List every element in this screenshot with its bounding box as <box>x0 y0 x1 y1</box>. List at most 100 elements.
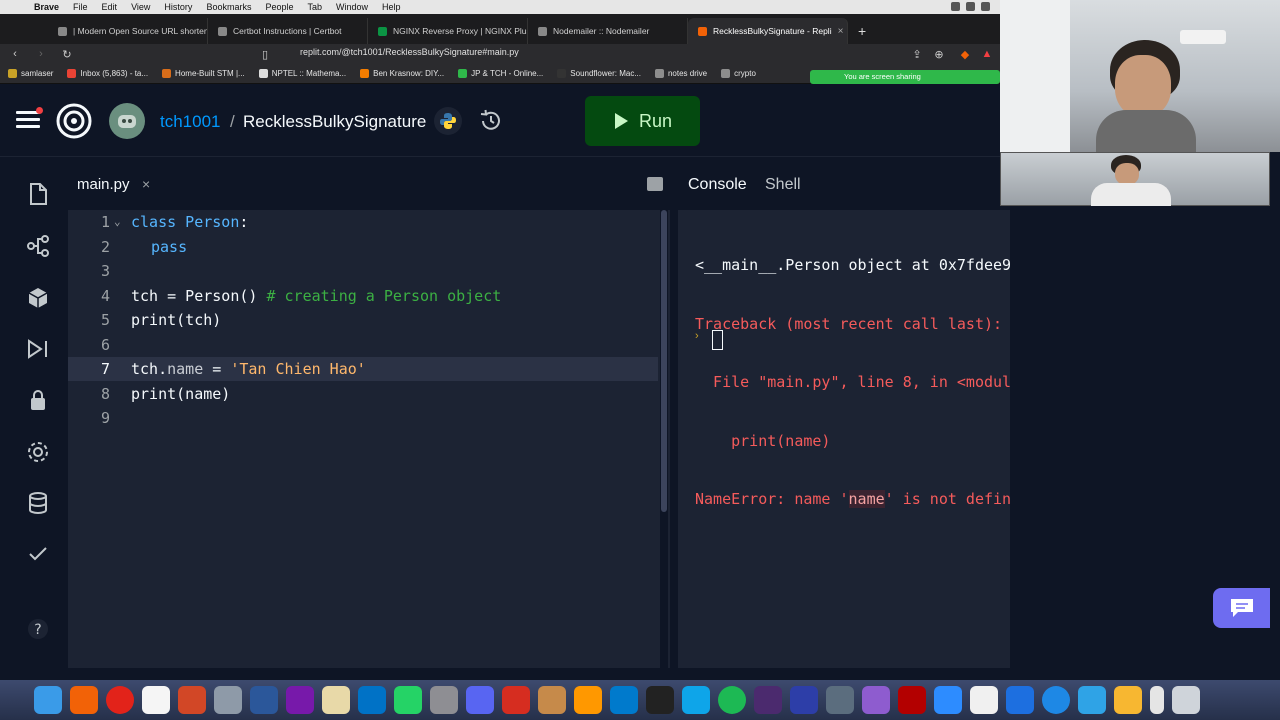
trash-icon[interactable] <box>1172 686 1200 714</box>
app-icon[interactable] <box>682 686 710 714</box>
bookmark-item[interactable]: Soundflower: Mac... <box>557 69 641 78</box>
database-icon[interactable] <box>24 489 52 517</box>
bookmark-icon[interactable]: ▯ <box>258 48 272 61</box>
tex-icon[interactable] <box>754 686 782 714</box>
bookmark-folder[interactable]: notes drive <box>654 69 707 78</box>
app-icon[interactable] <box>826 686 854 714</box>
console-cursor[interactable] <box>712 330 723 350</box>
new-tab-button[interactable]: + <box>858 18 866 44</box>
bluetooth-icon[interactable] <box>1006 686 1034 714</box>
packages-icon[interactable] <box>24 284 52 312</box>
browser-tab[interactable]: NGINX Reverse Proxy | NGINX Plus <box>368 18 528 44</box>
app-icon[interactable] <box>970 686 998 714</box>
onenote-icon[interactable] <box>286 686 314 714</box>
bookmark-item[interactable]: samlaser <box>8 69 53 78</box>
finder-icon[interactable] <box>34 686 62 714</box>
bookmark-item[interactable]: Inbox (5,863) - ta... <box>67 69 148 78</box>
help-icon[interactable]: ? <box>24 615 52 643</box>
forward-icon[interactable]: › <box>34 48 48 60</box>
python-icon[interactable] <box>434 107 462 135</box>
history-icon[interactable] <box>478 108 504 134</box>
menu-bookmarks[interactable]: Bookmarks <box>206 2 251 12</box>
menu-edit[interactable]: Edit <box>102 2 118 12</box>
browser-tab[interactable]: Certbot Instructions | Certbot <box>208 18 368 44</box>
browser-tab-active[interactable]: RecklessBulkySignature - Repli × <box>688 18 848 44</box>
code-area[interactable]: 1 ⌄ class Person: 2 pass 3 4 tch = Perso… <box>68 210 658 668</box>
launchpad-icon[interactable] <box>214 686 242 714</box>
editor-scrollbar[interactable] <box>660 210 668 668</box>
menu-help[interactable]: Help <box>382 2 401 12</box>
emacs-icon[interactable] <box>862 686 890 714</box>
discord-icon[interactable] <box>466 686 494 714</box>
youtube-icon[interactable] <box>106 686 134 714</box>
code-line[interactable]: 4 tch = Person() # creating a Person obj… <box>68 284 658 308</box>
back-icon[interactable]: ‹ <box>8 48 22 60</box>
code-line[interactable]: 1 ⌄ class Person: <box>68 210 658 234</box>
brave-shield-icon[interactable]: ◆ <box>958 48 972 61</box>
menu-app-name[interactable]: Brave <box>34 2 59 12</box>
code-line[interactable]: 9 <box>68 406 658 430</box>
checkmark-icon[interactable] <box>24 540 52 568</box>
editor-menu-icon[interactable] <box>647 177 663 191</box>
menu-tab[interactable]: Tab <box>307 2 322 12</box>
vscode-icon[interactable] <box>610 686 638 714</box>
bookmark-item[interactable]: Ben Krasnow: DIY... <box>360 69 444 78</box>
browser-tab[interactable]: | Modern Open Source URL shorten <box>48 18 208 44</box>
app-icon[interactable] <box>502 686 530 714</box>
filezilla-icon[interactable] <box>898 686 926 714</box>
files-icon[interactable] <box>24 180 52 208</box>
bookmark-item[interactable]: JP & TCH - Online... <box>458 69 543 78</box>
dock-folder-icon[interactable] <box>1150 686 1164 714</box>
menu-history[interactable]: History <box>164 2 192 12</box>
terminal-icon[interactable] <box>646 686 674 714</box>
whatsapp-icon[interactable] <box>394 686 422 714</box>
browser-tab[interactable]: Nodemailer :: Nodemailer <box>528 18 688 44</box>
menu-view[interactable]: View <box>131 2 150 12</box>
status-icon[interactable] <box>966 2 975 11</box>
code-line[interactable]: 6 <box>68 333 658 357</box>
share-icon[interactable]: ⇪ <box>910 48 924 61</box>
code-line-active[interactable]: 7 tch.name = 'Tan Chien Hao' <box>68 357 658 381</box>
menu-file[interactable]: File <box>73 2 88 12</box>
bookmark-item[interactable]: NPTEL :: Mathema... <box>258 69 346 78</box>
avatar[interactable] <box>109 103 145 139</box>
system-preferences-icon[interactable] <box>430 686 458 714</box>
lock-icon[interactable] <box>24 386 52 414</box>
outlook-icon[interactable] <box>358 686 386 714</box>
bookmark-item[interactable]: Home-Built STM |... <box>162 69 245 78</box>
repl-name[interactable]: RecklessBulkySignature <box>243 112 426 132</box>
fold-chevron-icon[interactable]: ⌄ <box>114 210 121 234</box>
close-icon[interactable]: × <box>142 176 150 192</box>
calendar-icon[interactable] <box>142 686 170 714</box>
repl-owner-link[interactable]: tch1001 <box>160 112 221 132</box>
brave-icon[interactable] <box>70 686 98 714</box>
app-icon[interactable] <box>1114 686 1142 714</box>
version-control-icon[interactable] <box>24 232 52 260</box>
tab-shell[interactable]: Shell <box>765 176 801 194</box>
spotify-icon[interactable] <box>718 686 746 714</box>
audio-app-icon[interactable] <box>790 686 818 714</box>
status-icon[interactable] <box>981 2 990 11</box>
debugger-icon[interactable] <box>24 335 52 363</box>
close-icon[interactable]: × <box>838 26 844 37</box>
bookmark-folder[interactable]: crypto <box>721 69 756 78</box>
brave-rewards-icon[interactable]: ▲ <box>980 48 994 60</box>
status-icon[interactable] <box>951 2 960 11</box>
code-line[interactable]: 5 print(tch) <box>68 308 658 332</box>
file-tab-main-py[interactable]: main.py <box>77 176 130 193</box>
chat-button[interactable] <box>1213 588 1270 628</box>
powerpoint-icon[interactable] <box>178 686 206 714</box>
word-icon[interactable] <box>250 686 278 714</box>
code-line[interactable]: 3 <box>68 259 658 283</box>
notes-app-icon[interactable] <box>322 686 350 714</box>
menu-icon[interactable] <box>16 111 40 129</box>
sublime-text-icon[interactable] <box>574 686 602 714</box>
tab-console[interactable]: Console <box>688 176 747 194</box>
zoom-icon[interactable] <box>934 686 962 714</box>
run-button[interactable]: Run <box>585 96 700 146</box>
zoom-icon[interactable]: ⊕ <box>932 48 946 61</box>
archive-icon[interactable] <box>538 686 566 714</box>
safari-icon[interactable] <box>1042 686 1070 714</box>
app-icon[interactable] <box>1078 686 1106 714</box>
replit-logo-icon[interactable] <box>56 103 92 139</box>
